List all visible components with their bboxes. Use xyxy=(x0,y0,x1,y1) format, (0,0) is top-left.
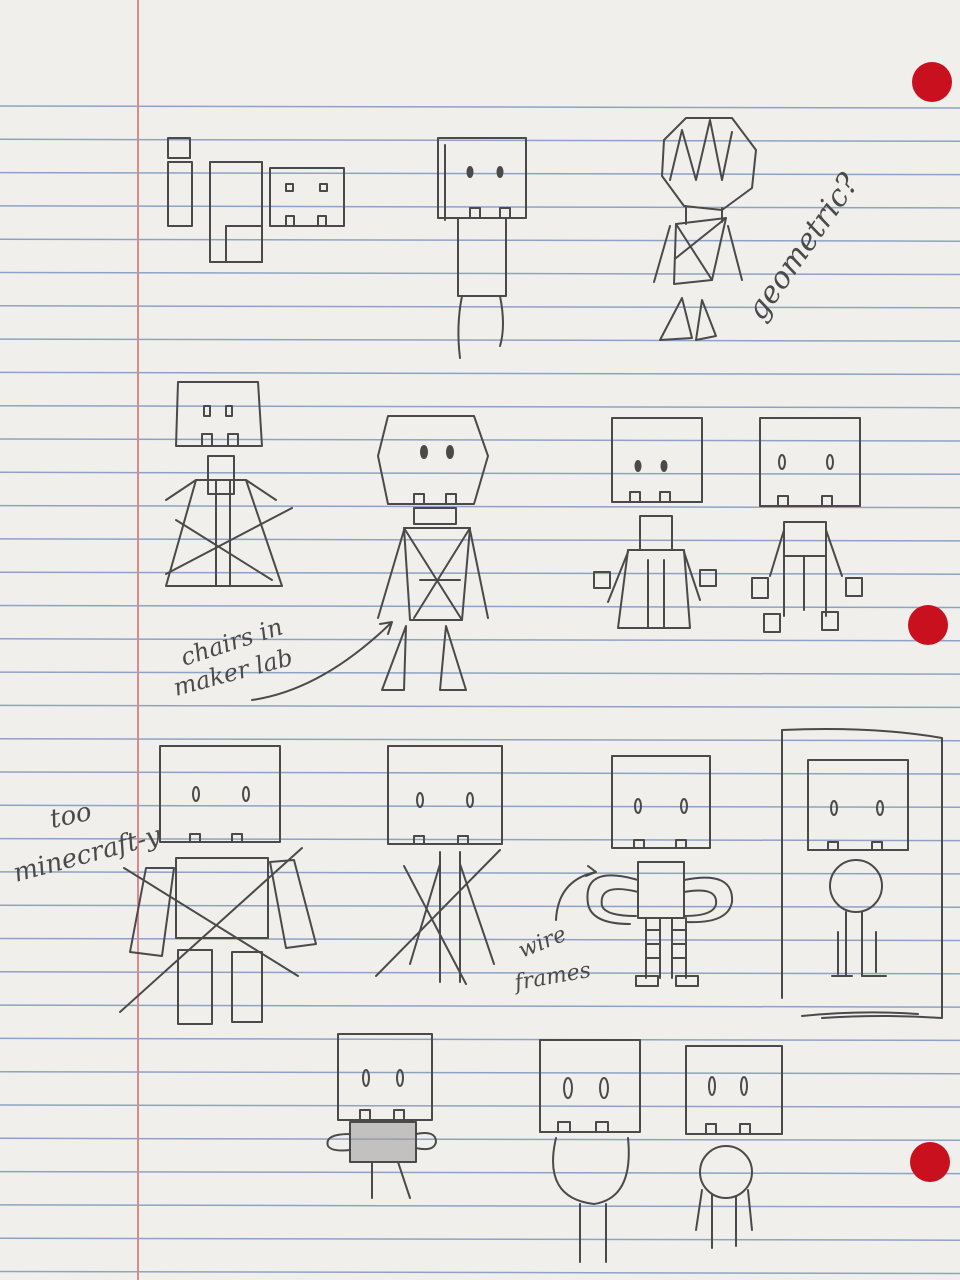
notebook-page: geometric? chairs in maker lab too minec… xyxy=(0,0,960,1280)
binder-hole-bottom xyxy=(910,1142,950,1182)
binder-hole-top xyxy=(912,62,952,102)
binder-hole-middle xyxy=(908,605,948,645)
